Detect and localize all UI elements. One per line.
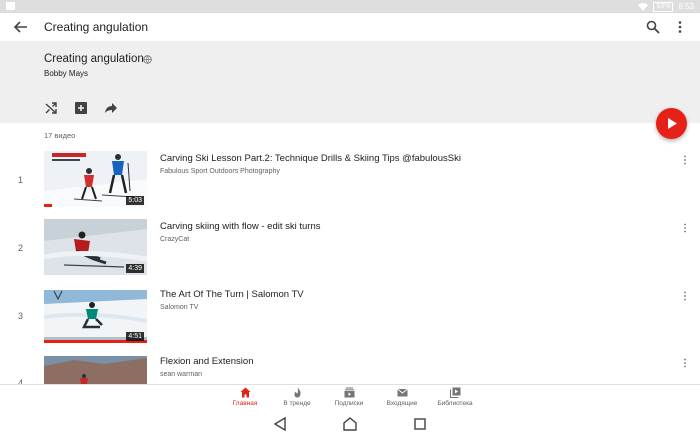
video-index: 2	[18, 243, 24, 253]
play-icon	[668, 118, 677, 129]
video-channel: CrazyCat	[160, 236, 190, 243]
video-index: 1	[18, 175, 24, 185]
app-bar: Creating angulation	[0, 13, 700, 41]
play-all-button[interactable]	[656, 108, 687, 139]
subscriptions-icon	[344, 387, 354, 398]
clock: 8:53	[678, 2, 694, 11]
share-icon[interactable]	[104, 101, 118, 115]
video-thumbnail[interactable]: 4:51	[44, 287, 147, 343]
tab-subscriptions[interactable]: Подписки	[319, 387, 379, 407]
trending-flame-icon	[294, 387, 301, 398]
wifi-icon	[638, 2, 649, 11]
list-item[interactable]: 1 5:03 Carving Ski Lesson Part.2: Techni…	[0, 151, 700, 211]
home-icon	[240, 387, 250, 398]
public-globe-icon	[143, 55, 152, 64]
video-duration: 4:39	[126, 264, 144, 273]
list-item[interactable]: 4 Flexion and Extension sean warman	[0, 354, 700, 384]
tab-label: Библиотека	[437, 400, 473, 407]
more-vert-icon[interactable]	[682, 223, 688, 233]
tab-library[interactable]: Библиотека	[425, 387, 485, 407]
video-count: 17 видео	[44, 131, 76, 140]
tab-inbox[interactable]: Входящие	[372, 387, 432, 407]
video-channel: sean warman	[160, 371, 203, 378]
list-item[interactable]: 3 4:51 The Art Of The Turn | Salomon TV …	[0, 287, 700, 347]
more-vert-icon[interactable]	[682, 291, 688, 301]
video-thumbnail[interactable]	[44, 354, 147, 384]
battery-indicator: 53%	[653, 1, 674, 12]
video-index: 3	[18, 311, 24, 321]
tab-home[interactable]: Главная	[215, 387, 275, 407]
video-title[interactable]: Carving Ski Lesson Part.2: Technique Dri…	[160, 153, 461, 164]
ski-thumbnail-image	[44, 354, 147, 384]
tab-label: Входящие	[386, 400, 418, 407]
tab-label: Подписки	[334, 400, 364, 407]
video-title[interactable]: The Art Of The Turn | Salomon TV	[160, 289, 304, 300]
page-title: Creating angulation	[44, 20, 149, 34]
video-channel: Salomon TV	[160, 304, 199, 311]
library-icon	[449, 387, 460, 398]
tab-trending[interactable]: В тренде	[267, 387, 327, 407]
tab-label: Главная	[232, 400, 258, 407]
system-recents-icon[interactable]	[413, 417, 427, 431]
video-duration: 5:03	[126, 196, 144, 205]
video-channel: Fabulous Sport Outdoors Photography	[160, 168, 280, 175]
video-thumbnail[interactable]: 5:03	[44, 151, 147, 207]
system-back-icon[interactable]	[273, 416, 287, 432]
video-title[interactable]: Flexion and Extension	[160, 356, 253, 367]
bottom-navigation: Главная В тренде Подписки Входящие Библи…	[0, 384, 700, 411]
more-vert-icon[interactable]	[682, 358, 688, 368]
back-arrow-icon[interactable]	[14, 20, 28, 34]
video-title[interactable]: Carving skiing with flow - edit ski turn…	[160, 221, 321, 232]
more-vert-icon[interactable]	[682, 155, 688, 165]
playlist-header: Creating angulation Bobby Mays	[0, 41, 700, 123]
shuffle-icon[interactable]	[44, 101, 58, 115]
video-duration: 4:51	[126, 332, 144, 341]
status-bar: 53% 8:53	[0, 0, 700, 13]
search-icon[interactable]	[646, 20, 660, 34]
list-item[interactable]: 2 4:39 Carving skiing with flow - edit s…	[0, 219, 700, 279]
inbox-mail-icon	[396, 388, 408, 397]
status-right: 53% 8:53	[638, 0, 694, 13]
more-vert-icon[interactable]	[673, 20, 687, 34]
add-to-playlist-icon[interactable]	[74, 101, 88, 115]
playlist-owner[interactable]: Bobby Mays	[44, 69, 88, 78]
notification-image-icon	[6, 2, 15, 10]
playlist-title: Creating angulation	[44, 53, 144, 65]
system-home-icon[interactable]	[343, 417, 357, 431]
system-navigation-bar	[0, 411, 700, 437]
tab-label: В тренде	[283, 400, 311, 407]
video-thumbnail[interactable]: 4:39	[44, 219, 147, 275]
